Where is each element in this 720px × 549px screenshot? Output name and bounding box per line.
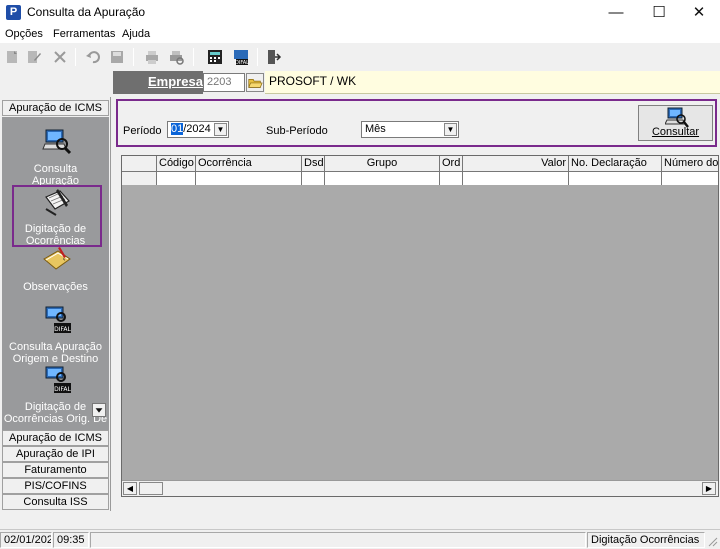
delete-icon[interactable] xyxy=(51,48,69,66)
empresa-label: Empresa xyxy=(148,74,203,89)
column-header-no-declaracao[interactable]: No. Declaração xyxy=(569,156,662,171)
status-message xyxy=(90,532,586,548)
svg-text:DIFAL: DIFAL xyxy=(54,326,71,333)
column-header-ord[interactable]: Ord xyxy=(440,156,463,171)
book-pen-icon[interactable] xyxy=(42,245,72,275)
toolbar-separator xyxy=(133,48,134,66)
difal-icon[interactable]: DIFAL xyxy=(232,48,250,66)
nav-entry-observacoes[interactable]: Observações xyxy=(2,281,109,293)
table-row[interactable] xyxy=(122,172,718,186)
new-icon[interactable] xyxy=(3,48,21,66)
edit-icon[interactable] xyxy=(24,48,42,66)
nav-group-consulta-iss[interactable]: Consulta ISS xyxy=(2,494,109,510)
minimize-button[interactable]: — xyxy=(594,0,638,27)
folder-open-icon[interactable] xyxy=(246,73,264,92)
table-cell[interactable] xyxy=(196,172,302,185)
table-cell[interactable] xyxy=(325,172,440,185)
nav-scroll-down-icon[interactable] xyxy=(92,403,106,417)
left-navigation: Apuração de ICMS Consulta Apuração Digit… xyxy=(0,97,111,511)
chevron-down-icon[interactable]: ▼ xyxy=(444,123,457,136)
nav-group-apuracao-icms-st[interactable]: Apuração de ICMS ST xyxy=(2,430,109,458)
nav-panel: Consulta Apuração Digitação de Ocorrênci… xyxy=(2,117,109,430)
chevron-down-icon[interactable]: ▼ xyxy=(214,123,227,136)
scroll-left-icon[interactable]: ◀ xyxy=(123,482,137,495)
menu-ajuda[interactable]: Ajuda xyxy=(122,28,150,40)
consultar-button[interactable]: Consultar xyxy=(638,105,713,141)
nav-entry-label: Consulta Apuração xyxy=(9,341,102,353)
exit-icon[interactable] xyxy=(264,48,282,66)
column-header-indicator[interactable] xyxy=(122,156,157,171)
nav-group-pis-cofins[interactable]: PIS/COFINS xyxy=(2,478,109,494)
nav-entry-highlight xyxy=(12,185,102,247)
close-button[interactable]: ✕ xyxy=(677,0,720,27)
toolbar-separator xyxy=(193,48,194,66)
calculator-icon[interactable] xyxy=(206,48,224,66)
menu-ferramentas[interactable]: Ferramentas xyxy=(53,28,115,40)
difal-computer-icon[interactable]: DIFAL xyxy=(42,305,72,335)
status-screen-name: Digitação Ocorrências xyxy=(587,532,705,548)
maximize-button[interactable]: ☐ xyxy=(637,0,681,27)
table-cell[interactable] xyxy=(440,172,463,185)
svg-text:DIFAL: DIFAL xyxy=(54,386,71,393)
column-header-codigo[interactable]: Código xyxy=(157,156,196,171)
window-title: Consulta da Apuração xyxy=(27,5,146,19)
periodo-select[interactable]: 01/2024 ▼ xyxy=(167,121,229,138)
periodo-year: /2024 xyxy=(183,123,211,135)
consultar-label: Consultar xyxy=(651,126,700,138)
app-icon: P xyxy=(6,5,21,20)
table-cell[interactable] xyxy=(157,172,196,185)
nav-group-apuracao-ipi[interactable]: Apuração de IPI xyxy=(2,446,109,462)
horizontal-scrollbar[interactable]: ◀ ▶ xyxy=(122,480,718,496)
column-header-ocorrencia[interactable]: Ocorrência xyxy=(196,156,302,171)
grid-header: Código Ocorrência Dsd Grupo Ord Valor No… xyxy=(122,156,718,172)
empresa-name-bar: PROSOFT / WK xyxy=(265,71,720,94)
column-header-numero-do[interactable]: Número do xyxy=(662,156,718,171)
status-time: 09:35 xyxy=(53,532,89,548)
nav-entry-consulta-apuracao[interactable]: Consulta Apuração xyxy=(2,163,109,187)
table-cell[interactable] xyxy=(569,172,662,185)
empresa-bar: Empresa 2203 PROSOFT / WK xyxy=(0,71,720,94)
status-date: 02/01/2025 xyxy=(0,532,52,548)
title-bar: P Consulta da Apuração — ☐ ✕ xyxy=(0,0,720,27)
empresa-name: PROSOFT / WK xyxy=(269,74,357,88)
toolbar-separator xyxy=(257,48,258,66)
nav-entry-label: Observações xyxy=(23,281,88,293)
column-header-dsd[interactable]: Dsd xyxy=(302,156,325,171)
nav-entry-label: Origem e Destino xyxy=(12,353,99,365)
periodo-month: 01 xyxy=(171,123,184,135)
scrollbar-thumb[interactable] xyxy=(139,482,163,495)
print-preview-icon[interactable] xyxy=(167,48,185,66)
subperiodo-value: Mês xyxy=(365,123,386,135)
table-cell[interactable] xyxy=(662,172,718,185)
data-grid[interactable]: Código Ocorrência Dsd Grupo Ord Valor No… xyxy=(121,155,719,497)
menu-opcoes[interactable]: Opções xyxy=(5,28,43,40)
scroll-right-icon[interactable]: ▶ xyxy=(702,482,716,495)
menu-bar: Opções Ferramentas Ajuda xyxy=(0,27,720,43)
print-icon[interactable] xyxy=(143,48,161,66)
table-cell[interactable] xyxy=(302,172,325,185)
resize-grip-icon[interactable] xyxy=(706,535,718,547)
nav-entry-label: Consulta xyxy=(33,163,78,175)
nav-entry-consulta-origem-destino[interactable]: Consulta Apuração Origem e Destino xyxy=(2,341,109,365)
svg-text:DIFAL: DIFAL xyxy=(235,60,249,66)
filter-panel: Período 01/2024 ▼ Sub-Período Mês ▼ Cons… xyxy=(116,99,717,147)
column-header-grupo[interactable]: Grupo xyxy=(325,156,440,171)
save-icon[interactable] xyxy=(108,48,126,66)
subperiodo-label: Sub-Período xyxy=(266,125,328,137)
periodo-label: Período xyxy=(123,125,162,137)
row-indicator xyxy=(122,172,157,185)
table-cell[interactable] xyxy=(463,172,569,185)
toolbar: DIFAL xyxy=(0,44,720,70)
undo-icon[interactable] xyxy=(84,48,102,66)
subperiodo-select[interactable]: Mês ▼ xyxy=(361,121,459,138)
status-bar: 02/01/2025 09:35 Digitação Ocorrências xyxy=(0,529,720,549)
computer-magnifier-icon[interactable] xyxy=(42,127,72,157)
empresa-code-field[interactable]: 2203 xyxy=(203,73,245,92)
nav-group-faturamento[interactable]: Faturamento xyxy=(2,462,109,478)
toolbar-separator xyxy=(75,48,76,66)
column-header-valor[interactable]: Valor xyxy=(463,156,569,171)
nav-group-apuracao-icms[interactable]: Apuração de ICMS xyxy=(2,100,109,116)
difal-computer-icon[interactable]: DIFAL xyxy=(42,365,72,395)
